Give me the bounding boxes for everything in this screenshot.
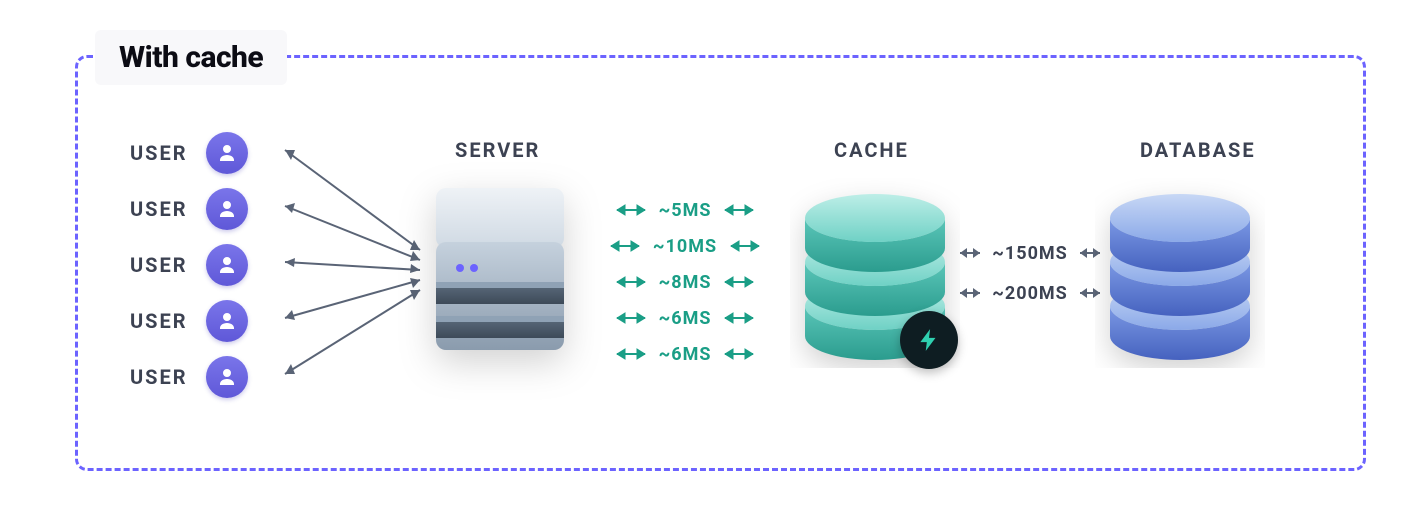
arrow-bidir-icon [613, 202, 649, 218]
arrow-bidir-icon [721, 202, 757, 218]
user-label: USER [130, 141, 188, 165]
cache-bolt-icon [900, 311, 958, 369]
user-row: USER [130, 237, 248, 293]
user-avatar-icon [206, 188, 248, 230]
diagram-title: With cache [95, 30, 287, 85]
user-avatar-icon [206, 300, 248, 342]
user-row: USER [130, 125, 248, 181]
db-timings: ~150MS ~200MS [960, 233, 1100, 313]
arrow-bidir-icon [613, 346, 649, 362]
timing-row: ~5MS [595, 192, 775, 228]
timing-row: ~10MS [595, 228, 775, 264]
db-timing-value: ~150MS [992, 243, 1068, 264]
user-row: USER [130, 293, 248, 349]
arrow-bidir-icon [607, 238, 643, 254]
timing-row: ~8MS [595, 264, 775, 300]
arrow-bidir-icon [613, 274, 649, 290]
user-label: USER [130, 197, 188, 221]
arrow-bidir-icon [721, 346, 757, 362]
timing-value: ~6MS [659, 308, 712, 329]
user-label: USER [130, 365, 188, 389]
user-row: USER [130, 349, 248, 405]
database-icon [1095, 178, 1265, 368]
user-label: USER [130, 253, 188, 277]
timing-value: ~6MS [659, 344, 712, 365]
db-timing-value: ~200MS [992, 283, 1068, 304]
timing-value: ~10MS [653, 236, 717, 257]
user-label: USER [130, 309, 188, 333]
user-row: USER [130, 181, 248, 237]
cache-timings: ~5MS ~10MS ~8MS ~6MS ~6MS [595, 192, 775, 372]
arrow-bidir-icon [956, 285, 984, 301]
db-timing-row: ~200MS [960, 273, 1100, 313]
timing-row: ~6MS [595, 336, 775, 372]
arrow-bidir-icon [956, 245, 984, 261]
user-avatar-icon [206, 132, 248, 174]
arrow-bidir-icon [721, 274, 757, 290]
timing-value: ~8MS [659, 272, 712, 293]
arrow-bidir-icon [721, 310, 757, 326]
server-icon [430, 182, 570, 358]
user-avatar-icon [206, 356, 248, 398]
cache-label: CACHE [834, 138, 909, 162]
arrow-bidir-icon [727, 238, 763, 254]
users-column: USER USER USER USER USER [130, 125, 248, 405]
db-timing-row: ~150MS [960, 233, 1100, 273]
server-label: SERVER [455, 138, 540, 162]
database-label: DATABASE [1140, 138, 1256, 162]
timing-row: ~6MS [595, 300, 775, 336]
arrow-bidir-icon [613, 310, 649, 326]
timing-value: ~5MS [659, 200, 712, 221]
user-avatar-icon [206, 244, 248, 286]
